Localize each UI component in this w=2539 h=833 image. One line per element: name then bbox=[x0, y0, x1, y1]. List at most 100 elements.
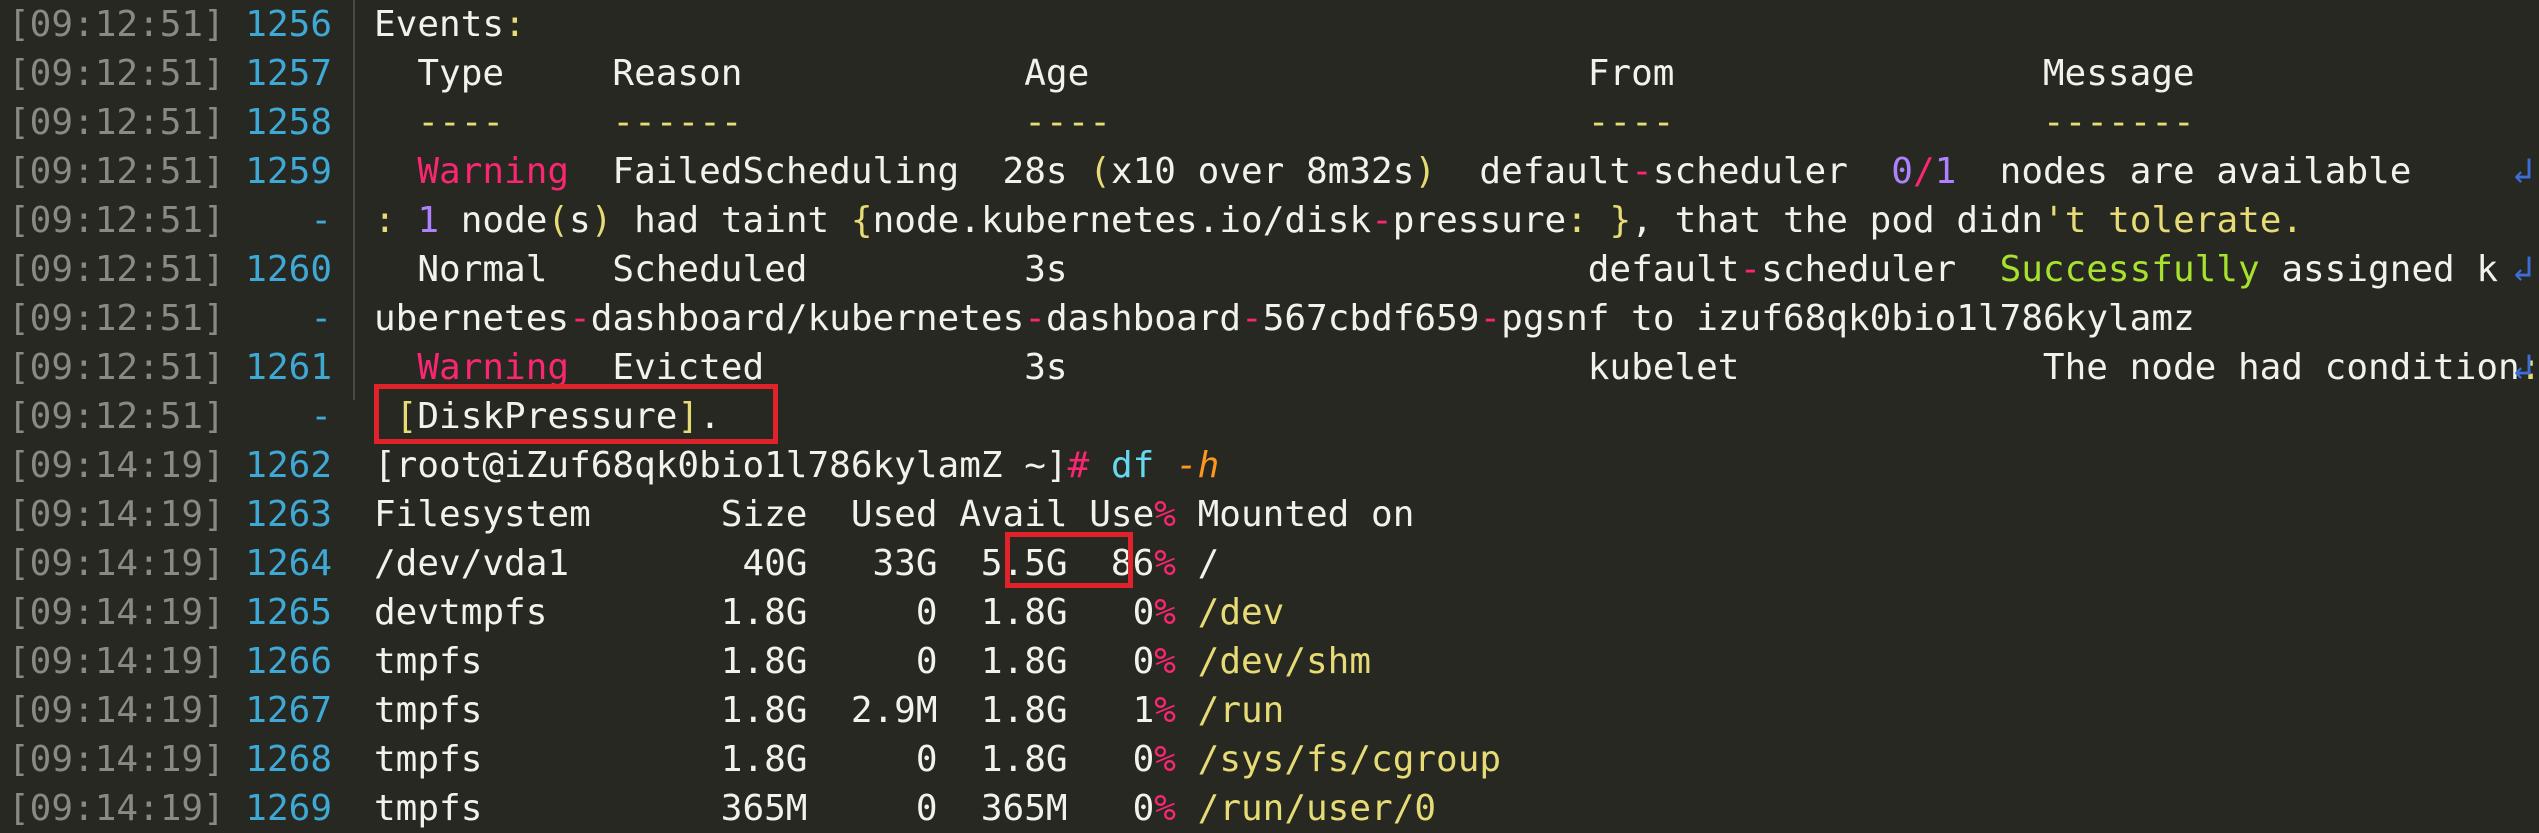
line-number: 1265 bbox=[245, 592, 332, 633]
terminal-window[interactable]: [09:12:51] 1256 Events: [09:12:51] 1257 Type… bbox=[0, 0, 2539, 830]
text-segment: ( bbox=[547, 200, 570, 241]
timestamp: [09:14:19] bbox=[8, 592, 225, 633]
terminal-line: [09:14:19] 1265 devtmpfs 1.8G 0 1.8G 0% /d… bbox=[0, 588, 2539, 637]
text-segment: / bbox=[1175, 543, 1220, 584]
line-number: 1257 bbox=[245, 53, 332, 94]
terminal-line: [09:14:19] 1267 tmpfs 1.8G 2.9M 1.8G 1% /r… bbox=[0, 686, 2539, 735]
text-segment: Evicted 3s kubelet The node had conditio… bbox=[569, 347, 2520, 388]
text-segment: - bbox=[1479, 298, 1502, 339]
text-segment: /sys/fs/cgroup bbox=[1197, 739, 1502, 780]
terminal-line: [09:12:51] 1260 Normal Scheduled 3s defau… bbox=[0, 245, 2539, 294]
timestamp: [09:12:51] bbox=[8, 249, 225, 290]
line-text: tmpfs 1.8G 0 1.8G 0% /sys/fs/cgroup bbox=[374, 735, 1501, 784]
timestamp: [09:12:51] bbox=[8, 53, 225, 94]
text-segment: scheduler bbox=[1761, 249, 2000, 290]
line-text: [root@iZuf68qk0bio1l786kylamZ ~]# df -h bbox=[374, 441, 1219, 490]
disk-pressure-highlight-box bbox=[374, 384, 778, 444]
line-text: Normal Scheduled 3s default-scheduler Su… bbox=[374, 245, 2498, 294]
text-segment: ) bbox=[1414, 151, 1437, 192]
text-segment: 0 bbox=[1891, 151, 1913, 192]
line-number: 1260 bbox=[245, 249, 332, 290]
text-segment: node.kubernetes.io/disk bbox=[872, 200, 1372, 241]
wrap-marker-icon: ↲ bbox=[2512, 249, 2534, 290]
text-segment: s bbox=[569, 200, 591, 241]
text-segment: x10 over 8m32s bbox=[1110, 151, 1415, 192]
text-segment: / bbox=[1912, 151, 1935, 192]
text-segment: tmpfs 1.8G 0 1.8G 0 bbox=[374, 739, 1155, 780]
timestamp: [09:12:51] bbox=[8, 4, 225, 45]
text-segment: dashboard bbox=[1045, 298, 1242, 339]
line-text: devtmpfs 1.8G 0 1.8G 0% /dev bbox=[374, 588, 1284, 637]
line-number: 1258 bbox=[245, 102, 332, 143]
line-text: tmpfs 1.8G 0 1.8G 0% /dev/shm bbox=[374, 637, 1371, 686]
timestamp: [09:14:19] bbox=[8, 494, 225, 535]
text-segment: Events bbox=[374, 4, 505, 45]
text-segment bbox=[1176, 739, 1198, 780]
text-segment: { bbox=[850, 200, 873, 241]
text-segment: tmpfs 1.8G 2.9M 1.8G 1 bbox=[374, 690, 1155, 731]
text-segment: /run/user/0 bbox=[1197, 788, 1437, 829]
text-segment: - bbox=[1241, 298, 1263, 339]
terminal-line: [09:12:51] -: 1 node(s) had taint {node.k… bbox=[0, 196, 2539, 245]
text-segment: Type Reason Age From Message bbox=[374, 53, 2195, 94]
text-segment: FailedScheduling 28s bbox=[569, 151, 1090, 192]
line-text: Type Reason Age From Message bbox=[374, 49, 2195, 98]
text-segment: pgsnf to izuf68qk0bio1l786kylamz bbox=[1501, 298, 2195, 339]
line-number: 1267 bbox=[245, 690, 332, 731]
line-number: 1268 bbox=[245, 739, 332, 780]
text-segment: % bbox=[1154, 543, 1176, 584]
text-segment: : bbox=[504, 4, 526, 45]
text-segment: Normal Scheduled 3s default bbox=[374, 249, 1740, 290]
text-segment: tmpfs 1.8G 0 1.8G 0 bbox=[374, 641, 1155, 682]
text-segment: } bbox=[1609, 200, 1632, 241]
text-segment: % bbox=[1154, 690, 1176, 731]
text-segment: /dev bbox=[1197, 592, 1285, 633]
timestamp: [09:14:19] bbox=[8, 543, 225, 584]
timestamp: [09:14:19] bbox=[8, 788, 225, 829]
line-text: Events: bbox=[374, 0, 526, 49]
timestamp: [09:12:51] bbox=[8, 200, 225, 241]
text-segment: /run bbox=[1197, 690, 1285, 731]
wrap-marker-icon: ↲ bbox=[2512, 347, 2534, 388]
text-segment: had taint bbox=[612, 200, 851, 241]
text-segment: ubernetes bbox=[374, 298, 570, 339]
line-text: : 1 node(s) had taint {node.kubernetes.i… bbox=[374, 196, 2303, 245]
text-segment: ) bbox=[590, 200, 613, 241]
text-segment: ---- ------ ---- ---- ------- bbox=[417, 102, 2195, 143]
line-number: 1259 bbox=[245, 151, 332, 192]
text-segment: 1 bbox=[395, 200, 440, 241]
text-segment: # bbox=[1067, 445, 1090, 486]
line-number: 1261 bbox=[245, 347, 332, 388]
text-segment: % bbox=[1154, 788, 1176, 829]
text-segment: assigned k bbox=[2259, 249, 2499, 290]
text-segment: % bbox=[1154, 494, 1176, 535]
text-segment: df bbox=[1110, 445, 1155, 486]
terminal-line: [09:14:19] 1264/dev/vda1 40G 33G 5.5G 86%… bbox=[0, 539, 2539, 588]
timestamp: [09:12:51] bbox=[8, 396, 225, 437]
text-segment bbox=[1176, 641, 1198, 682]
text-segment: : bbox=[374, 200, 396, 241]
line-text: Warning FailedScheduling 28s (x10 over 8… bbox=[374, 147, 2411, 196]
text-segment: [root@iZuf68qk0bio1l786kylamZ ~] bbox=[374, 445, 1068, 486]
text-segment: - bbox=[569, 298, 591, 339]
line-number: 1266 bbox=[245, 641, 332, 682]
timestamp: [09:12:51] bbox=[8, 298, 225, 339]
line-number: - bbox=[310, 396, 332, 437]
text-segment bbox=[1588, 200, 1610, 241]
text-segment: - bbox=[1631, 151, 1653, 192]
text-segment: nodes are available bbox=[1956, 151, 2412, 192]
line-text: ubernetes-dashboard/kubernetes-dashboard… bbox=[374, 294, 2195, 343]
timestamp: [09:14:19] bbox=[8, 690, 225, 731]
text-segment: default bbox=[1436, 151, 1632, 192]
terminal-line: [09:12:51] - ubernetes-dashboard/kubernete… bbox=[0, 294, 2539, 343]
timestamp: [09:12:51] bbox=[8, 151, 225, 192]
text-segment: Warning bbox=[417, 151, 570, 192]
text-segment: : bbox=[1566, 200, 1588, 241]
terminal-line: [09:14:19] 1268 tmpfs 1.8G 0 1.8G 0% /sys/… bbox=[0, 735, 2539, 784]
terminal-line: [09:12:51] 1256 Events: bbox=[0, 0, 2539, 49]
text-segment: - bbox=[1024, 298, 1046, 339]
terminal-line: [09:12:51] 1258 ---- ------ ---- ---- ---… bbox=[0, 98, 2539, 147]
text-segment: dashboard/kubernetes bbox=[590, 298, 1025, 339]
text-segment: , that the pod didn bbox=[1631, 200, 2044, 241]
text-segment: scheduler bbox=[1652, 151, 1892, 192]
